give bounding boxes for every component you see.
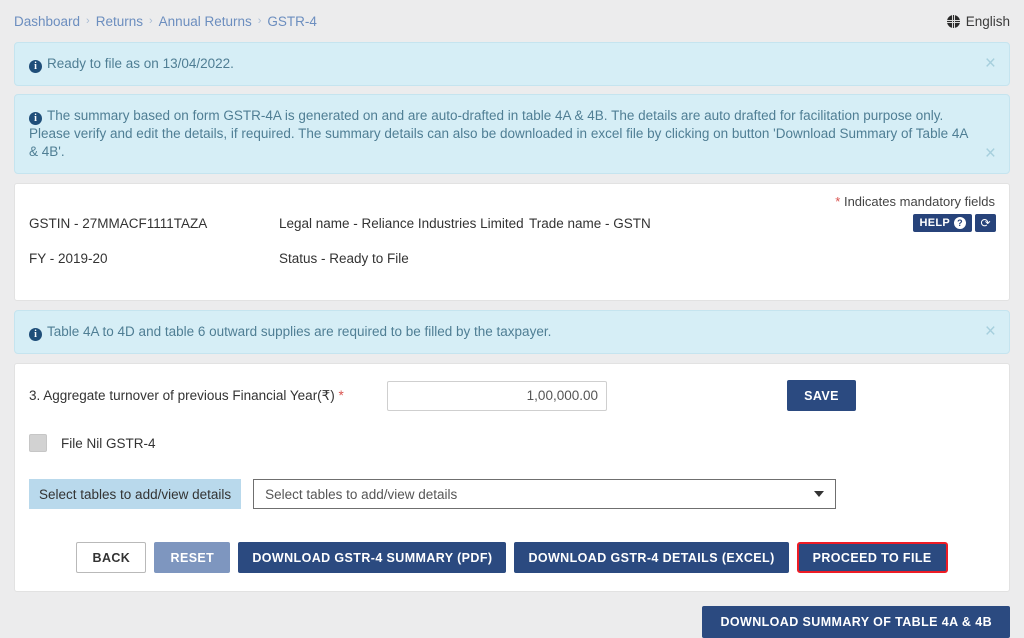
aggregate-turnover-input[interactable] [387,380,607,411]
breadcrumb-item-dashboard[interactable]: Dashboard [14,14,80,29]
globe-icon [946,14,960,28]
aggregate-turnover-label: 3. Aggregate turnover of previous Financ… [29,388,387,404]
action-buttons-row: BACK RESET DOWNLOAD GSTR-4 SUMMARY (PDF)… [29,542,995,573]
gstin-value: GSTIN - 27MMACF1111TAZA [29,216,208,231]
breadcrumb-item-annual-returns[interactable]: Annual Returns [159,14,252,29]
breadcrumb-separator: › [86,15,90,27]
breadcrumb-separator: › [257,15,262,27]
file-nil-checkbox[interactable] [29,434,47,452]
financial-year-value: FY - 2019-20 [29,251,108,266]
close-icon[interactable]: × [985,144,996,163]
close-icon[interactable]: × [985,322,996,341]
taxpayer-panel-region: * Indicates mandatory fields GSTIN - 27M… [0,183,1024,301]
back-button[interactable]: BACK [76,542,147,573]
info-icon: i [29,112,42,125]
chevron-down-icon [814,491,825,497]
file-nil-row: File Nil GSTR-4 [29,434,995,452]
language-label: English [965,13,1010,29]
status-value: Status - Ready to File [279,251,409,266]
mandatory-fields-note: * Indicates mandatory fields [29,194,995,209]
info-icon: i [29,60,42,73]
taxpayer-details-card: * Indicates mandatory fields GSTIN - 27M… [14,183,1010,301]
select-tables-value: Select tables to add/view details [265,486,458,502]
alert-text: The summary based on form GSTR-4A is gen… [29,108,968,159]
alerts-region: i Ready to file as on 13/04/2022. × i The … [0,42,1024,174]
reset-button[interactable]: RESET [154,542,231,573]
select-tables-tag: Select tables to add/view details [29,479,242,509]
gstr4-form-card: 3. Aggregate turnover of previous Financ… [14,363,1010,592]
breadcrumb-item-gstr4: GSTR-4 [267,13,317,29]
alert-tables-required: i Table 4A to 4D and table 6 outward supp… [14,310,1010,354]
mandatory-note-text: Indicates mandatory fields [843,194,995,209]
help-group: HELP ? ⟳ [913,214,996,232]
taxpayer-details-grid: GSTIN - 27MMACF1111TAZA Legal name - Rel… [29,215,995,267]
refresh-icon: ⟳ [980,216,991,230]
mandatory-star: * [338,387,344,403]
grid-spacer [529,250,995,267]
select-tables-dropdown[interactable]: Select tables to add/view details [253,479,837,509]
refresh-button[interactable]: ⟳ [975,214,996,232]
breadcrumb: Dashboard › Returns › Annual Returns › G… [14,14,317,29]
alert-text: Ready to file as on 13/04/2022. [47,56,234,71]
alert-ready-to-file: i Ready to file as on 13/04/2022. × [14,42,1010,86]
download-excel-button[interactable]: DOWNLOAD GSTR-4 DETAILS (EXCEL) [514,542,789,573]
aggregate-turnover-row: 3. Aggregate turnover of previous Financ… [29,380,995,411]
breadcrumb-separator: › [149,15,153,27]
alert-text: Table 4A to 4D and table 6 outward suppl… [47,324,552,339]
proceed-to-file-button[interactable]: PROCEED TO FILE [796,542,948,573]
close-icon[interactable]: × [985,54,996,73]
alert-auto-draft-summary: i The summary based on form GSTR-4A is ge… [14,94,1010,174]
form-panel-region: 3. Aggregate turnover of previous Financ… [0,363,1024,592]
legal-name-value: Legal name - Reliance Industries Limited [279,216,524,231]
bottom-actions-row: DOWNLOAD SUMMARY OF TABLE 4A & 4B [0,606,1024,638]
help-label: HELP [919,217,950,229]
top-bar: Dashboard › Returns › Annual Returns › G… [0,0,1024,42]
select-tables-row: Select tables to add/view details Select… [29,479,995,509]
breadcrumb-item-returns[interactable]: Returns [96,14,143,29]
download-summary-table-4a-4b-button[interactable]: DOWNLOAD SUMMARY OF TABLE 4A & 4B [702,606,1010,638]
mandatory-star: * [835,194,841,209]
question-mark-icon: ? [954,217,966,229]
file-nil-label: File Nil GSTR-4 [61,435,156,451]
alert-tables-region: i Table 4A to 4D and table 6 outward supp… [0,310,1024,354]
help-button[interactable]: HELP ? [913,214,972,232]
language-selector[interactable]: English [946,13,1010,29]
aggregate-turnover-label-text: 3. Aggregate turnover of previous Financ… [29,387,335,403]
download-pdf-button[interactable]: DOWNLOAD GSTR-4 SUMMARY (PDF) [238,542,507,573]
info-icon: i [29,328,42,341]
save-button[interactable]: SAVE [787,380,856,411]
